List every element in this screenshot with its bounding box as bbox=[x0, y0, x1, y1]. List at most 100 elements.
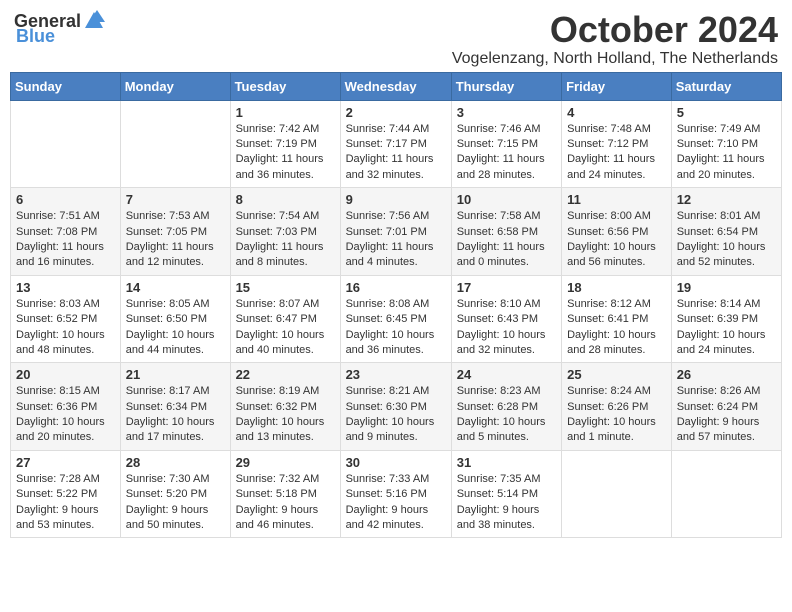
day-info: Sunrise: 8:14 AMSunset: 6:39 PMDaylight:… bbox=[677, 297, 776, 359]
calendar-week-row: 13 Sunrise: 8:03 AMSunset: 6:52 PMDayligh… bbox=[11, 275, 782, 363]
day-number: 23 bbox=[346, 367, 446, 382]
day-info: Sunrise: 8:21 AMSunset: 6:30 PMDaylight:… bbox=[346, 384, 446, 446]
calendar-cell bbox=[671, 450, 781, 538]
day-info: Sunrise: 8:19 AMSunset: 6:32 PMDaylight:… bbox=[236, 384, 335, 446]
day-number: 30 bbox=[346, 455, 446, 470]
calendar-week-row: 27 Sunrise: 7:28 AMSunset: 5:22 PMDayligh… bbox=[11, 450, 782, 538]
day-number: 17 bbox=[457, 280, 556, 295]
day-info: Sunrise: 7:46 AMSunset: 7:15 PMDaylight:… bbox=[457, 122, 556, 184]
day-number: 24 bbox=[457, 367, 556, 382]
day-number: 31 bbox=[457, 455, 556, 470]
calendar-cell: 15 Sunrise: 8:07 AMSunset: 6:47 PMDayligh… bbox=[230, 275, 340, 363]
day-number: 6 bbox=[16, 192, 115, 207]
month-title: October 2024 bbox=[452, 10, 778, 50]
day-info: Sunrise: 7:32 AMSunset: 5:18 PMDaylight:… bbox=[236, 472, 335, 534]
day-info: Sunrise: 8:24 AMSunset: 6:26 PMDaylight:… bbox=[567, 384, 666, 446]
day-info: Sunrise: 7:33 AMSunset: 5:16 PMDaylight:… bbox=[346, 472, 446, 534]
day-number: 26 bbox=[677, 367, 776, 382]
calendar-cell: 6Sunrise: 7:51 AMSunset: 7:08 PMDaylight… bbox=[11, 188, 121, 276]
calendar-table: SundayMondayTuesdayWednesdayThursdayFrid… bbox=[10, 72, 782, 539]
calendar-week-row: 20 Sunrise: 8:15 AMSunset: 6:36 PMDayligh… bbox=[11, 363, 782, 451]
calendar-cell: 17 Sunrise: 8:10 AMSunset: 6:43 PMDayligh… bbox=[451, 275, 561, 363]
day-info: Sunrise: 7:56 AMSunset: 7:01 PMDaylight:… bbox=[346, 209, 446, 271]
logo: General Blue bbox=[14, 10, 105, 47]
day-info: Sunrise: 7:58 AMSunset: 6:58 PMDaylight:… bbox=[457, 209, 556, 271]
day-number: 29 bbox=[236, 455, 335, 470]
calendar-cell: 28 Sunrise: 7:30 AMSunset: 5:20 PMDayligh… bbox=[120, 450, 230, 538]
day-number: 22 bbox=[236, 367, 335, 382]
calendar-cell: 23 Sunrise: 8:21 AMSunset: 6:30 PMDayligh… bbox=[340, 363, 451, 451]
calendar-cell: 25 Sunrise: 8:24 AMSunset: 6:26 PMDayligh… bbox=[562, 363, 672, 451]
calendar-cell: 20 Sunrise: 8:15 AMSunset: 6:36 PMDayligh… bbox=[11, 363, 121, 451]
day-number: 19 bbox=[677, 280, 776, 295]
day-number: 28 bbox=[126, 455, 225, 470]
day-info: Sunrise: 7:49 AMSunset: 7:10 PMDaylight:… bbox=[677, 122, 776, 184]
weekday-header-saturday: Saturday bbox=[671, 72, 781, 100]
location-subtitle: Vogelenzang, North Holland, The Netherla… bbox=[452, 50, 778, 68]
day-number: 14 bbox=[126, 280, 225, 295]
calendar-cell: 18 Sunrise: 8:12 AMSunset: 6:41 PMDayligh… bbox=[562, 275, 672, 363]
day-number: 16 bbox=[346, 280, 446, 295]
calendar-cell bbox=[11, 100, 121, 188]
day-info: Sunrise: 8:00 AMSunset: 6:56 PMDaylight:… bbox=[567, 209, 666, 271]
calendar-cell: 31 Sunrise: 7:35 AMSunset: 5:14 PMDayligh… bbox=[451, 450, 561, 538]
weekday-header-sunday: Sunday bbox=[11, 72, 121, 100]
day-info: Sunrise: 7:44 AMSunset: 7:17 PMDaylight:… bbox=[346, 122, 446, 184]
calendar-cell: 5 Sunrise: 7:49 AMSunset: 7:10 PMDaylight… bbox=[671, 100, 781, 188]
day-number: 27 bbox=[16, 455, 115, 470]
weekday-header-wednesday: Wednesday bbox=[340, 72, 451, 100]
calendar-week-row: 1Sunrise: 7:42 AMSunset: 7:19 PMDaylight… bbox=[11, 100, 782, 188]
day-info: Sunrise: 8:26 AMSunset: 6:24 PMDaylight:… bbox=[677, 384, 776, 446]
day-info: Sunrise: 8:10 AMSunset: 6:43 PMDaylight:… bbox=[457, 297, 556, 359]
day-info: Sunrise: 8:03 AMSunset: 6:52 PMDaylight:… bbox=[16, 297, 115, 359]
day-number: 15 bbox=[236, 280, 335, 295]
calendar-cell: 16 Sunrise: 8:08 AMSunset: 6:45 PMDayligh… bbox=[340, 275, 451, 363]
calendar-cell: 14 Sunrise: 8:05 AMSunset: 6:50 PMDayligh… bbox=[120, 275, 230, 363]
day-info: Sunrise: 7:35 AMSunset: 5:14 PMDaylight:… bbox=[457, 472, 556, 534]
calendar-cell: 10 Sunrise: 7:58 AMSunset: 6:58 PMDayligh… bbox=[451, 188, 561, 276]
calendar-cell: 11Sunrise: 8:00 AMSunset: 6:56 PMDayligh… bbox=[562, 188, 672, 276]
day-info: Sunrise: 7:42 AMSunset: 7:19 PMDaylight:… bbox=[236, 122, 335, 184]
day-number: 13 bbox=[16, 280, 115, 295]
day-number: 18 bbox=[567, 280, 666, 295]
calendar-cell: 2 Sunrise: 7:44 AMSunset: 7:17 PMDaylight… bbox=[340, 100, 451, 188]
day-info: Sunrise: 8:05 AMSunset: 6:50 PMDaylight:… bbox=[126, 297, 225, 359]
day-info: Sunrise: 8:01 AMSunset: 6:54 PMDaylight:… bbox=[677, 209, 776, 271]
calendar-cell: 13 Sunrise: 8:03 AMSunset: 6:52 PMDayligh… bbox=[11, 275, 121, 363]
day-number: 2 bbox=[346, 105, 446, 120]
calendar-cell: 1Sunrise: 7:42 AMSunset: 7:19 PMDaylight… bbox=[230, 100, 340, 188]
weekday-header-row: SundayMondayTuesdayWednesdayThursdayFrid… bbox=[11, 72, 782, 100]
calendar-cell: 22 Sunrise: 8:19 AMSunset: 6:32 PMDayligh… bbox=[230, 363, 340, 451]
day-info: Sunrise: 7:53 AMSunset: 7:05 PMDaylight:… bbox=[126, 209, 225, 271]
day-number: 8 bbox=[236, 192, 335, 207]
title-area: October 2024 Vogelenzang, North Holland,… bbox=[452, 10, 778, 68]
day-info: Sunrise: 8:15 AMSunset: 6:36 PMDaylight:… bbox=[16, 384, 115, 446]
day-info: Sunrise: 8:12 AMSunset: 6:41 PMDaylight:… bbox=[567, 297, 666, 359]
calendar-cell: 19 Sunrise: 8:14 AMSunset: 6:39 PMDayligh… bbox=[671, 275, 781, 363]
weekday-header-monday: Monday bbox=[120, 72, 230, 100]
calendar-cell: 29 Sunrise: 7:32 AMSunset: 5:18 PMDayligh… bbox=[230, 450, 340, 538]
day-info: Sunrise: 7:54 AMSunset: 7:03 PMDaylight:… bbox=[236, 209, 335, 271]
calendar-cell: 9Sunrise: 7:56 AMSunset: 7:01 PMDaylight… bbox=[340, 188, 451, 276]
day-info: Sunrise: 8:07 AMSunset: 6:47 PMDaylight:… bbox=[236, 297, 335, 359]
weekday-header-tuesday: Tuesday bbox=[230, 72, 340, 100]
calendar-cell: 3Sunrise: 7:46 AMSunset: 7:15 PMDaylight… bbox=[451, 100, 561, 188]
day-number: 5 bbox=[677, 105, 776, 120]
calendar-week-row: 6Sunrise: 7:51 AMSunset: 7:08 PMDaylight… bbox=[11, 188, 782, 276]
day-number: 10 bbox=[457, 192, 556, 207]
day-info: Sunrise: 8:08 AMSunset: 6:45 PMDaylight:… bbox=[346, 297, 446, 359]
day-info: Sunrise: 7:30 AMSunset: 5:20 PMDaylight:… bbox=[126, 472, 225, 534]
calendar-cell: 8 Sunrise: 7:54 AMSunset: 7:03 PMDaylight… bbox=[230, 188, 340, 276]
day-number: 25 bbox=[567, 367, 666, 382]
logo-blue-text: Blue bbox=[16, 26, 55, 47]
day-info: Sunrise: 8:23 AMSunset: 6:28 PMDaylight:… bbox=[457, 384, 556, 446]
day-number: 20 bbox=[16, 367, 115, 382]
logo-icon bbox=[83, 10, 105, 32]
weekday-header-thursday: Thursday bbox=[451, 72, 561, 100]
calendar-cell: 27 Sunrise: 7:28 AMSunset: 5:22 PMDayligh… bbox=[11, 450, 121, 538]
day-info: Sunrise: 7:28 AMSunset: 5:22 PMDaylight:… bbox=[16, 472, 115, 534]
day-number: 12 bbox=[677, 192, 776, 207]
day-number: 4 bbox=[567, 105, 666, 120]
day-info: Sunrise: 8:17 AMSunset: 6:34 PMDaylight:… bbox=[126, 384, 225, 446]
calendar-cell bbox=[120, 100, 230, 188]
